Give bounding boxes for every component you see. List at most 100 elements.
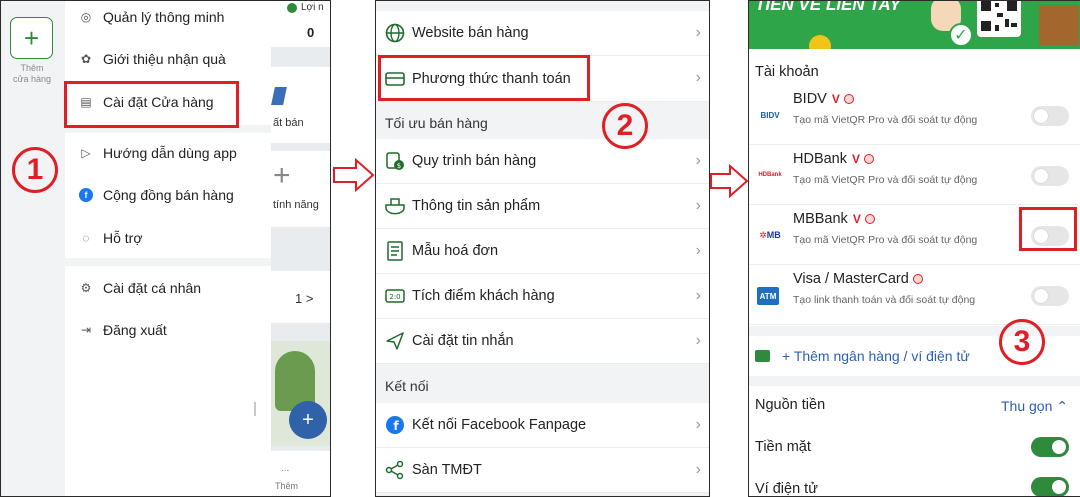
- chat-icon: ◌: [82, 231, 90, 245]
- promo-banner[interactable]: TIỀN VỀ LIỀN TAY ✓: [749, 1, 1080, 49]
- arrow-right-icon: [710, 164, 749, 198]
- payment-methods-panel: TIỀN VỀ LIỀN TAY ✓ Tài khoản BIDV BIDV V …: [748, 0, 1080, 497]
- menu-item-smart-manage[interactable]: ◎ Quản lý thông minh: [65, 1, 271, 37]
- coin-icon: [809, 35, 831, 49]
- menu-item-guide[interactable]: ▷ Hướng dẫn dùng app: [65, 133, 271, 173]
- bank-name: Visa / MasterCard: [793, 271, 909, 287]
- row-message-settings[interactable]: Cài đặt tin nhắn ›: [376, 319, 709, 364]
- wallet-icon: [755, 350, 770, 362]
- step-1-marker: 1: [12, 147, 58, 193]
- store-settings-panel: Website bán hàng › Phương thức thanh toá…: [375, 0, 710, 497]
- bg-count: 1 >: [295, 291, 314, 306]
- bank-row-bidv[interactable]: BIDV BIDV V Tạo mã VietQR Pro và đối soát…: [749, 85, 1080, 145]
- menu-item-support[interactable]: ◌ Hỗ trợ: [65, 218, 271, 258]
- atm-card-icon: ATM: [757, 287, 779, 305]
- vietqr-badge: V: [852, 212, 861, 227]
- menu-item-community[interactable]: f Cộng đồng bán hàng: [65, 175, 271, 215]
- row-loyalty-points[interactable]: 2:0 Tích điểm khách hàng ›: [376, 274, 709, 319]
- bg-plus-icon: +: [273, 159, 291, 192]
- qr-code-icon: [977, 1, 1021, 37]
- row-website[interactable]: Website bán hàng ›: [376, 11, 709, 56]
- bidv-logo-icon: BIDV: [760, 110, 780, 120]
- red-dot-badge: [843, 94, 854, 105]
- chevron-up-icon: ⌃: [1056, 398, 1068, 414]
- add-store-label: Thêm cửa hàng: [12, 63, 52, 84]
- bank-row-visa-mastercard[interactable]: ATM Visa / MasterCard Tạo link thanh toá…: [749, 265, 1080, 325]
- row-product-info[interactable]: Thông tin sản phẩm ›: [376, 184, 709, 229]
- fund-toggle-ewallet[interactable]: [1031, 477, 1069, 496]
- play-circle-icon: ▷: [81, 146, 91, 160]
- menu-item-referral[interactable]: ✿ Giới thiệu nhận quà: [65, 39, 271, 79]
- bank-name: BIDV: [793, 91, 827, 107]
- chevron-right-icon: ›: [695, 69, 701, 86]
- red-dot-badge: [864, 214, 875, 225]
- bank-toggle-bidv[interactable]: [1031, 106, 1069, 126]
- bg-feature-label: tính năng: [273, 199, 319, 211]
- banner-shop-image: [1039, 5, 1079, 45]
- highlight-mbbank-toggle: [1019, 207, 1077, 251]
- product-icon: [384, 195, 406, 217]
- bank-description: Tạo mã VietQR Pro và đối soát tự động: [793, 114, 978, 126]
- invoice-icon: [384, 240, 406, 262]
- add-store-button[interactable]: +: [10, 17, 53, 59]
- bg-more-label: Thêm: [275, 481, 299, 491]
- highlight-store-settings: [64, 81, 239, 128]
- banner-text: TIỀN VỀ LIỀN TAY: [755, 1, 901, 14]
- facebook-icon: f: [384, 414, 406, 436]
- chevron-right-icon: ›: [695, 242, 701, 259]
- row-invoice-template[interactable]: Mẫu hoá đơn ›: [376, 229, 709, 274]
- menu-item-logout[interactable]: ⇥ Đăng xuất: [65, 310, 271, 350]
- bg-fab-button: +: [289, 401, 327, 439]
- accounts-title: Tài khoản: [755, 64, 819, 80]
- highlight-payment-methods: [378, 55, 590, 101]
- svg-text:2:0: 2:0: [389, 293, 400, 301]
- bank-description: Tạo link thanh toán và đối soát tự động: [793, 294, 976, 306]
- section-connect-title: Kết nối: [376, 366, 709, 406]
- chevron-right-icon: ›: [695, 197, 701, 214]
- facebook-icon: f: [79, 188, 93, 202]
- red-dot-badge: [912, 274, 923, 285]
- arrow-right-icon: [333, 158, 375, 192]
- row-ecommerce[interactable]: Sàn TMĐT ›: [376, 448, 709, 493]
- row-facebook-fanpage[interactable]: f Kết nối Facebook Fanpage ›: [376, 403, 709, 448]
- chevron-right-icon: ›: [695, 24, 701, 41]
- store-switcher-column: + Thêm cửa hàng: [1, 1, 65, 496]
- bank-row-hdbank[interactable]: HDBank HDBank V Tạo mã VietQR Pro và đối …: [749, 145, 1080, 205]
- bank-description: Tạo mã VietQR Pro và đối soát tự động: [793, 174, 978, 186]
- svg-text:f: f: [393, 419, 399, 433]
- chevron-right-icon: ›: [695, 416, 701, 433]
- fund-toggle-cash[interactable]: [1031, 437, 1069, 457]
- fund-row-cash: Tiền mặt: [749, 427, 1080, 467]
- bank-name: HDBank: [793, 151, 847, 167]
- bank-toggle-hdbank[interactable]: [1031, 166, 1069, 186]
- side-menu-help-group: ▷ Hướng dẫn dùng app f Cộng đồng bán hàng …: [65, 133, 271, 258]
- step-2-marker: 2: [602, 103, 648, 149]
- section-divider: [749, 376, 1080, 386]
- bank-description: Tạo mã VietQR Pro và đối soát tự động: [793, 234, 978, 246]
- hdbank-logo-icon: HDBank: [758, 172, 782, 178]
- side-menu-panel: + Thêm cửa hàng Lợi n 0 ất bán + tính nă…: [0, 0, 331, 497]
- bg-profit-value: 0: [307, 25, 315, 40]
- gift-icon: ✿: [80, 52, 92, 66]
- collapse-button[interactable]: Thu gọn ⌃: [1001, 398, 1068, 415]
- points-icon: 2:0: [384, 285, 406, 307]
- chevron-right-icon: ›: [695, 461, 701, 478]
- funds-title: Nguồn tiền: [755, 397, 826, 413]
- check-icon: ✓: [949, 23, 973, 47]
- chevron-right-icon: ›: [695, 152, 701, 169]
- svg-text:$: $: [397, 162, 401, 170]
- bank-toggle-visa[interactable]: [1031, 286, 1069, 306]
- gear-icon: ⚙: [80, 281, 92, 295]
- send-icon: [384, 330, 406, 352]
- menu-divider: [65, 258, 271, 266]
- chevron-right-icon: ›: [695, 332, 701, 349]
- vietqr-badge: V: [852, 152, 861, 167]
- fund-row-ewallet: Ví điện tử: [749, 467, 1080, 496]
- vietqr-badge: V: [831, 92, 840, 107]
- menu-item-personal-settings[interactable]: ⚙ Cài đặt cá nhân: [65, 268, 271, 308]
- scrollbar[interactable]: [254, 402, 256, 416]
- share-icon: [384, 459, 406, 481]
- red-dot-badge: [864, 154, 875, 165]
- row-sales-process[interactable]: $ Quy trình bán hàng ›: [376, 139, 709, 184]
- section-optimize-title: Tối ưu bán hàng: [376, 103, 709, 143]
